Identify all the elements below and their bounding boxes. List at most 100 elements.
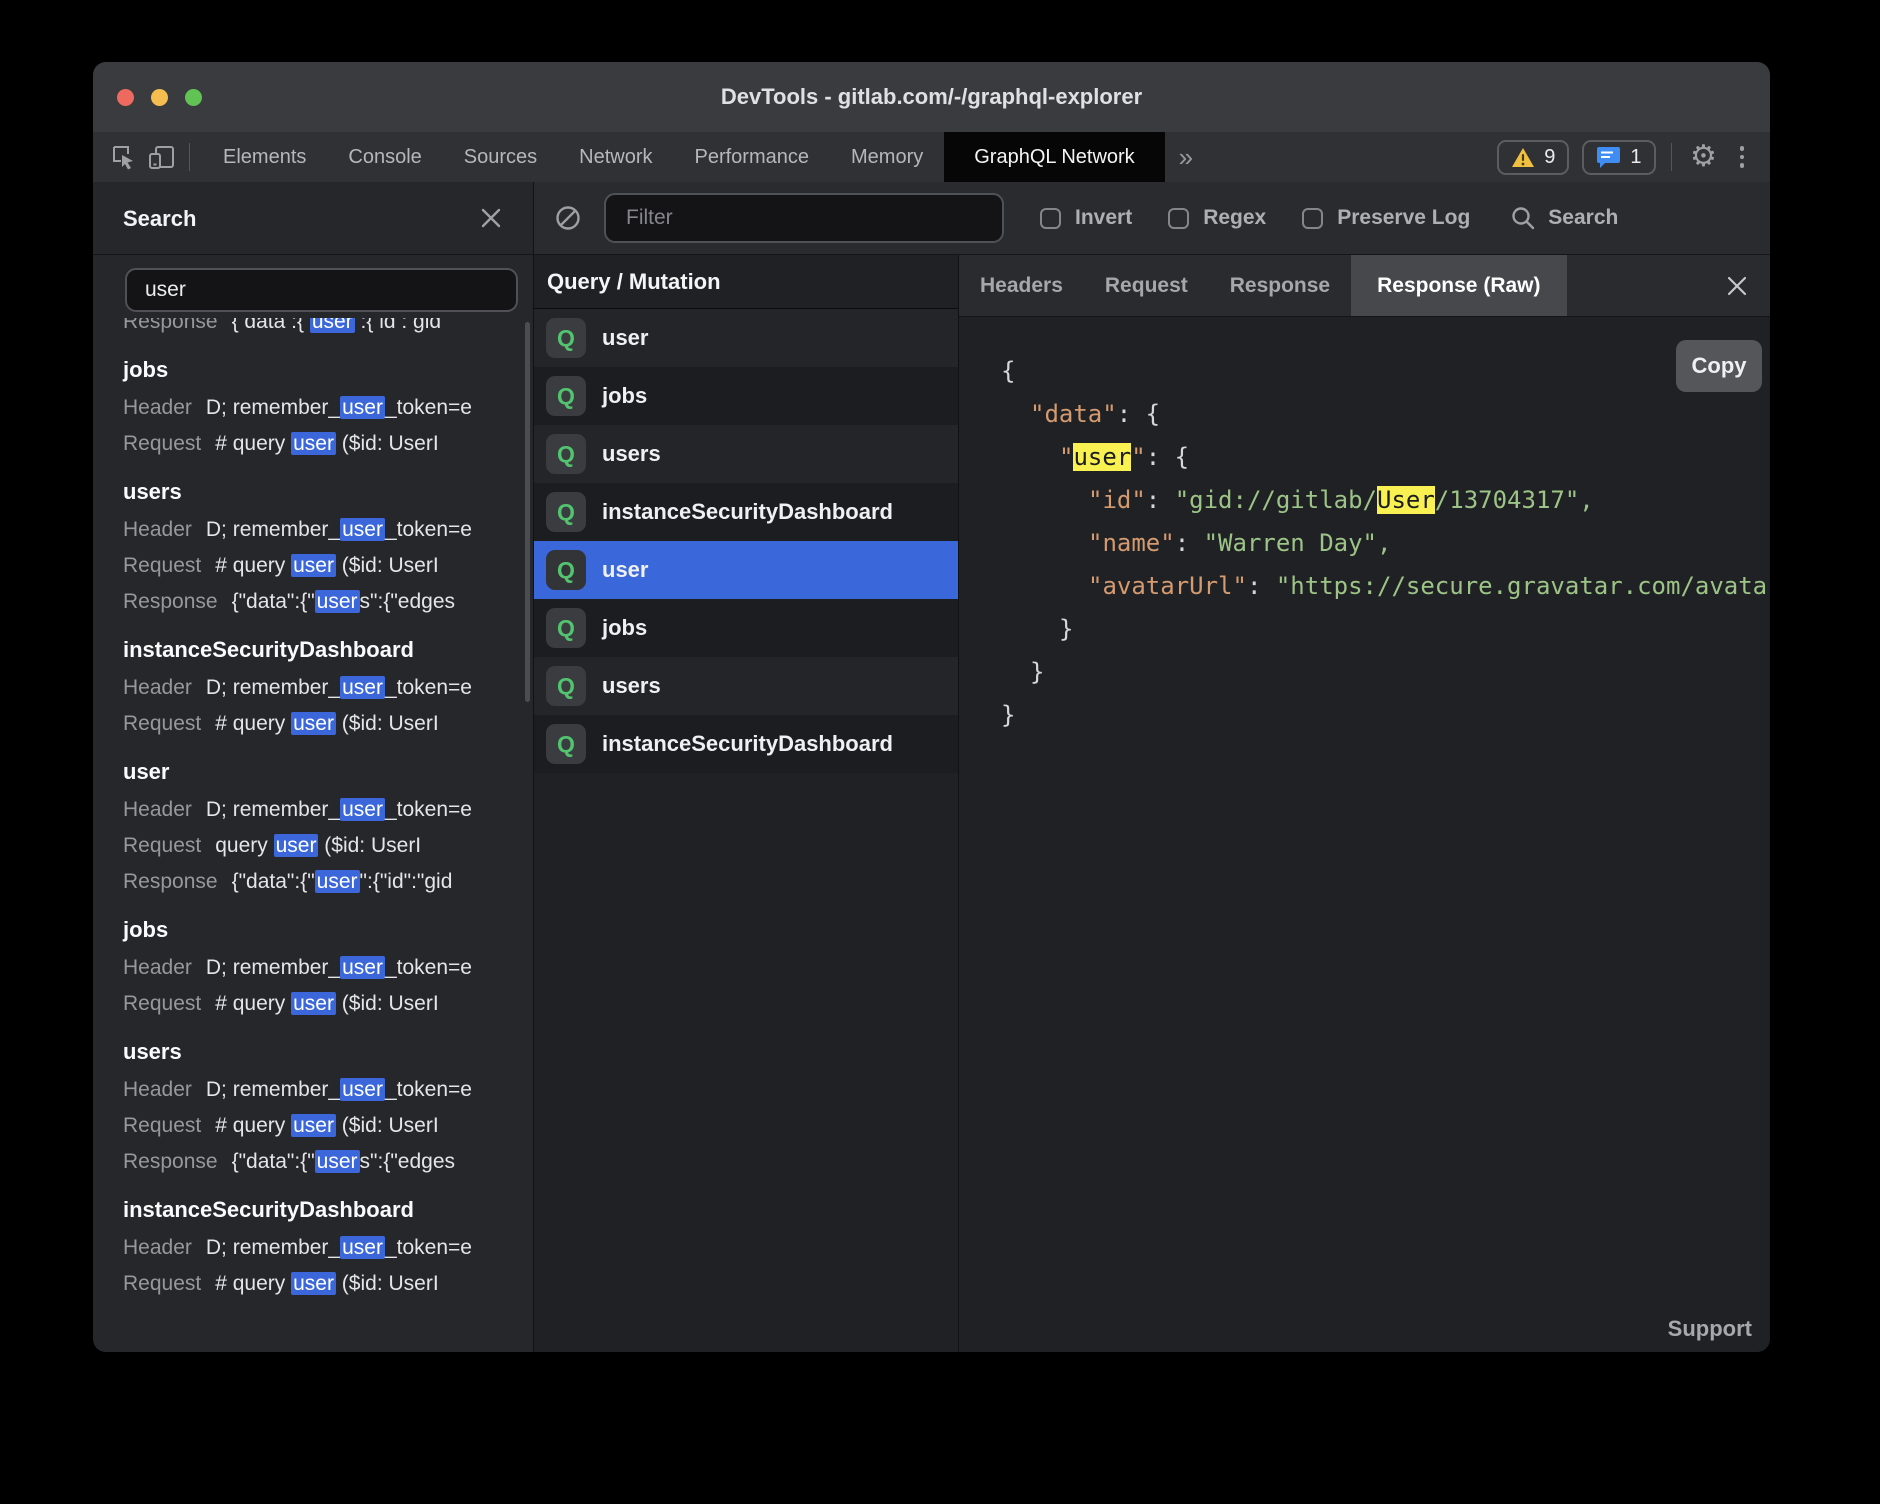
- tab-performance[interactable]: Performance: [674, 132, 831, 182]
- match-highlight: User: [1377, 486, 1435, 514]
- search-panel-close-button[interactable]: [475, 202, 507, 234]
- tab-sources[interactable]: Sources: [443, 132, 558, 182]
- search-result-line[interactable]: Request# query user ($id: UserI: [123, 548, 533, 584]
- search-result-group-title[interactable]: instanceSecurityDashboard: [123, 1190, 533, 1230]
- inspect-element-button[interactable]: [107, 140, 141, 174]
- tab-response-raw[interactable]: Response (Raw): [1351, 255, 1566, 316]
- query-mutation-header: Query / Mutation: [534, 255, 958, 309]
- search-result-line[interactable]: HeaderD; remember_user_token=e: [123, 1072, 533, 1108]
- search-result-group: jobsHeaderD; remember_user_token=eReques…: [123, 910, 533, 1022]
- support-link[interactable]: Support: [1668, 1316, 1752, 1342]
- search-result-group-title[interactable]: users: [123, 472, 533, 512]
- query-list-item[interactable]: Qusers: [534, 425, 958, 483]
- result-line-label: Response: [123, 590, 218, 613]
- filter-input[interactable]: [604, 193, 1004, 243]
- tab-request[interactable]: Request: [1084, 255, 1209, 316]
- search-result-line[interactable]: Request# query user ($id: UserI: [123, 1266, 533, 1302]
- detail-tabs: HeadersRequestResponseResponse (Raw): [959, 255, 1770, 317]
- search-result-line[interactable]: Request# query user ($id: UserI: [123, 1108, 533, 1144]
- inspect-cursor-icon: [111, 144, 137, 170]
- devtools-window: DevTools - gitlab.com/-/graphql-explorer: [93, 62, 1770, 1352]
- query-list-item-label: user: [602, 325, 648, 351]
- query-list-item-label: instanceSecurityDashboard: [602, 499, 893, 525]
- query-list-item-label: jobs: [602, 615, 647, 641]
- close-window-button[interactable]: [117, 89, 134, 106]
- checkbox-icon[interactable]: [1168, 208, 1189, 229]
- result-line-label: Header: [123, 518, 192, 541]
- clear-log-button[interactable]: [554, 204, 582, 232]
- more-options-button[interactable]: [1734, 146, 1751, 168]
- filter-toggle-preserve-log[interactable]: Preserve Log: [1302, 206, 1470, 230]
- query-list-item[interactable]: Quser: [534, 541, 958, 599]
- search-result-line[interactable]: Request# query user ($id: UserI: [123, 426, 533, 462]
- query-list-item[interactable]: Qusers: [534, 657, 958, 715]
- checkbox-label: Preserve Log: [1337, 206, 1470, 230]
- result-text: D; remember_: [206, 1078, 340, 1101]
- search-result-line[interactable]: Response{"data":{"user":{"id":"gid: [123, 864, 533, 900]
- search-result-line[interactable]: HeaderD; remember_user_token=e: [123, 792, 533, 828]
- device-toolbar-button[interactable]: [145, 140, 179, 174]
- tab-memory[interactable]: Memory: [830, 132, 944, 182]
- result-text: ($id: UserI: [336, 554, 439, 577]
- tab-console[interactable]: Console: [327, 132, 442, 182]
- device-toolbar-icon: [148, 144, 176, 170]
- json-token: }: [1059, 615, 1073, 643]
- zoom-window-button[interactable]: [185, 89, 202, 106]
- match-highlight: user: [1073, 443, 1131, 471]
- query-list-item[interactable]: Qjobs: [534, 599, 958, 657]
- query-list-item[interactable]: Qjobs: [534, 367, 958, 425]
- network-filter-bar: Invert Regex Preserve Log Search: [534, 182, 1770, 255]
- checkbox-icon[interactable]: [1302, 208, 1323, 229]
- checkbox-icon[interactable]: [1040, 208, 1061, 229]
- search-results-scrollbar[interactable]: [525, 322, 530, 702]
- close-icon: [480, 207, 502, 229]
- search-result-group-title[interactable]: jobs: [123, 910, 533, 950]
- json-line: }: [959, 608, 1770, 651]
- result-text: _token=e: [385, 1078, 472, 1101]
- search-input[interactable]: [125, 268, 518, 312]
- filter-search-button[interactable]: Search: [1510, 205, 1618, 231]
- search-result-line[interactable]: Requestquery user ($id: UserI: [123, 828, 533, 864]
- detail-panel-close-button[interactable]: [1720, 269, 1754, 303]
- result-text: # query: [215, 432, 291, 455]
- search-result-line[interactable]: Request# query user ($id: UserI: [123, 986, 533, 1022]
- match-highlight: user: [274, 834, 319, 857]
- copy-button[interactable]: Copy: [1676, 340, 1762, 392]
- tab-network[interactable]: Network: [558, 132, 673, 182]
- search-result-group-title[interactable]: jobs: [123, 350, 533, 390]
- filter-toggle-regex[interactable]: Regex: [1168, 206, 1266, 230]
- more-tabs-button[interactable]: »: [1179, 142, 1193, 173]
- tab-graphql-network[interactable]: GraphQL Network: [944, 132, 1164, 182]
- search-result-line[interactable]: HeaderD; remember_user_token=e: [123, 390, 533, 426]
- result-text: ($id: UserI: [336, 1272, 439, 1295]
- title-bar: DevTools - gitlab.com/-/graphql-explorer: [93, 62, 1770, 132]
- tab-elements[interactable]: Elements: [202, 132, 327, 182]
- match-highlight: user: [340, 956, 385, 979]
- search-result-group-title[interactable]: users: [123, 1032, 533, 1072]
- json-token: :: [1247, 572, 1276, 600]
- search-result-line[interactable]: HeaderD; remember_user_token=e: [123, 670, 533, 706]
- search-result-line[interactable]: Request# query user ($id: UserI: [123, 706, 533, 742]
- json-viewer: {"data": {"user": {"id": "gid://gitlab/U…: [959, 350, 1770, 737]
- tab-response[interactable]: Response: [1209, 255, 1351, 316]
- query-list-item[interactable]: QinstanceSecurityDashboard: [534, 483, 958, 541]
- search-result-line[interactable]: Response{"data":{"users":{"edges: [123, 1144, 533, 1180]
- search-result-group-title[interactable]: user: [123, 752, 533, 792]
- settings-button[interactable]: ⚙: [1687, 140, 1721, 174]
- query-list-item[interactable]: QinstanceSecurityDashboard: [534, 715, 958, 773]
- messages-badge[interactable]: 1: [1582, 140, 1655, 175]
- filter-toggle-invert[interactable]: Invert: [1040, 206, 1132, 230]
- search-result-line[interactable]: HeaderD; remember_user_token=e: [123, 1230, 533, 1266]
- search-result-line[interactable]: Response{"data":{"users":{"edges: [123, 584, 533, 620]
- query-list-item[interactable]: Quser: [534, 309, 958, 367]
- search-result-line[interactable]: HeaderD; remember_user_token=e: [123, 950, 533, 986]
- search-result-line[interactable]: HeaderD; remember_user_token=e: [123, 512, 533, 548]
- json-line: "data": {: [959, 393, 1770, 436]
- warnings-badge[interactable]: 9: [1497, 140, 1569, 175]
- tab-headers[interactable]: Headers: [959, 255, 1084, 316]
- minimize-window-button[interactable]: [151, 89, 168, 106]
- json-line: "avatarUrl": "https://secure.gravatar.co…: [959, 565, 1770, 608]
- search-result-line[interactable]: Response{ data :{ user :{ id : gid: [123, 318, 533, 340]
- search-result-group-title[interactable]: instanceSecurityDashboard: [123, 630, 533, 670]
- result-text: ($id: UserI: [336, 1114, 439, 1137]
